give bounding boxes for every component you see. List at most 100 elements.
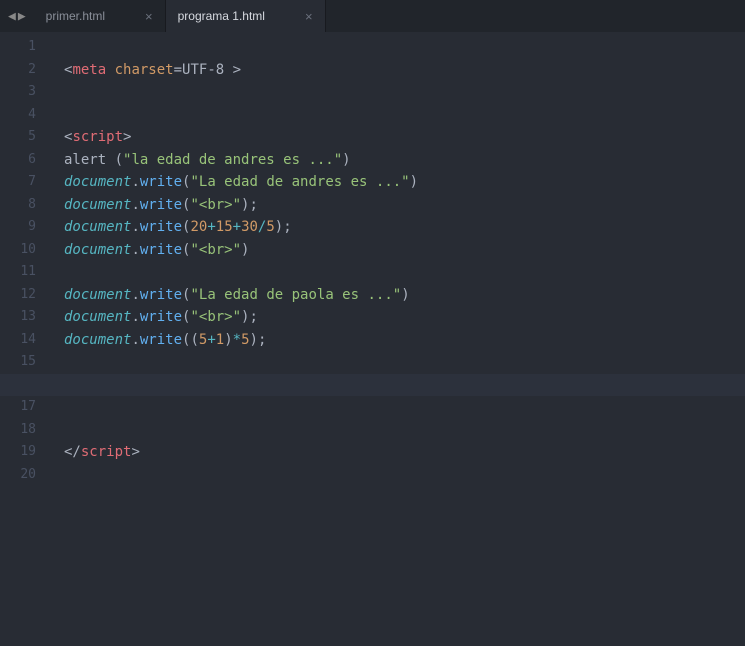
close-icon[interactable]: ×	[145, 9, 153, 24]
token-punct: </	[64, 444, 81, 460]
line-number: 11	[0, 261, 36, 284]
line-number: 4	[0, 104, 36, 127]
line-number: 19	[0, 441, 36, 464]
code-line[interactable]: document.write("La edad de andres es ...…	[50, 171, 745, 194]
token-func: write	[140, 332, 182, 348]
token-op: +	[207, 219, 215, 235]
code-line[interactable]: document.write(20+15+30/5);	[50, 216, 745, 239]
token-num: 30	[241, 219, 258, 235]
token-num: 5	[241, 332, 249, 348]
token-func: write	[140, 309, 182, 325]
line-number: 5	[0, 126, 36, 149]
code-line[interactable]: alert ("la edad de andres es ...")	[50, 149, 745, 172]
code-line[interactable]: document.write("<br>");	[50, 306, 745, 329]
nav-prev-icon[interactable]: ◀	[8, 9, 16, 24]
token-default: )	[410, 174, 418, 190]
line-number: 3	[0, 81, 36, 104]
token-punct: .	[131, 287, 139, 303]
nav-next-icon[interactable]: ▶	[18, 9, 26, 24]
token-italic: document	[64, 287, 131, 303]
code-line[interactable]	[50, 351, 745, 374]
code-line[interactable]	[50, 374, 745, 397]
token-default: )	[401, 287, 409, 303]
token-punct: .	[131, 219, 139, 235]
close-icon[interactable]: ×	[305, 9, 313, 24]
line-number: 20	[0, 464, 36, 487]
token-punct: .	[131, 309, 139, 325]
line-number: 18	[0, 419, 36, 442]
line-number: 2	[0, 59, 36, 82]
line-number: 6	[0, 149, 36, 172]
token-italic: document	[64, 197, 131, 213]
line-number-gutter: 1234567891011121314151617181920	[0, 32, 50, 646]
token-tag: script	[81, 444, 132, 460]
editor[interactable]: 1234567891011121314151617181920 <meta ch…	[0, 32, 745, 646]
code-line[interactable]	[50, 464, 745, 487]
code-line[interactable]	[50, 261, 745, 284]
token-default: )	[224, 332, 232, 348]
nav-arrows: ◀ ▶	[0, 0, 34, 32]
token-italic: document	[64, 219, 131, 235]
line-number: 9	[0, 216, 36, 239]
code-line[interactable]: document.write("<br>");	[50, 194, 745, 217]
line-number: 17	[0, 396, 36, 419]
token-default: )	[241, 242, 249, 258]
token-tag: meta	[72, 62, 106, 78]
code-line[interactable]	[50, 104, 745, 127]
token-italic: document	[64, 309, 131, 325]
tab-primer[interactable]: primer.html ×	[34, 0, 166, 32]
token-default: alert (	[64, 152, 123, 168]
token-num: 1	[216, 332, 224, 348]
code-line[interactable]	[50, 419, 745, 442]
token-punct: .	[131, 197, 139, 213]
line-number: 14	[0, 329, 36, 352]
code-line[interactable]: document.write("La edad de paola es ..."…	[50, 284, 745, 307]
token-num: 5	[266, 219, 274, 235]
line-number: 7	[0, 171, 36, 194]
token-op: +	[207, 332, 215, 348]
code-line[interactable]	[50, 396, 745, 419]
token-italic: document	[64, 242, 131, 258]
code-line[interactable]: document.write("<br>")	[50, 239, 745, 262]
token-string: "<br>"	[190, 197, 241, 213]
token-default	[106, 62, 114, 78]
token-func: write	[140, 174, 182, 190]
title-bar: ◀ ▶ primer.html × programa 1.html ×	[0, 0, 745, 32]
token-func: write	[140, 242, 182, 258]
line-number: 10	[0, 239, 36, 262]
code-line[interactable]	[50, 36, 745, 59]
code-line[interactable]: </script>	[50, 441, 745, 464]
token-string: "<br>"	[190, 242, 241, 258]
token-func: write	[140, 197, 182, 213]
token-punct: .	[131, 242, 139, 258]
token-default: );	[275, 219, 292, 235]
token-func: write	[140, 219, 182, 235]
tab-programa-1[interactable]: programa 1.html ×	[166, 0, 326, 32]
token-tag: script	[72, 129, 123, 145]
token-op: +	[233, 219, 241, 235]
token-num: 20	[190, 219, 207, 235]
line-number: 15	[0, 351, 36, 374]
token-default: ((	[182, 332, 199, 348]
code-area[interactable]: <meta charset=UTF-8 > <script>alert ("la…	[50, 32, 745, 646]
token-punct: >	[233, 62, 241, 78]
token-attr: charset	[115, 62, 174, 78]
token-default: );	[241, 197, 258, 213]
code-line[interactable]: <script>	[50, 126, 745, 149]
code-line[interactable]	[50, 81, 745, 104]
token-string: "la edad de andres es ..."	[123, 152, 342, 168]
token-default: =UTF-8	[174, 62, 233, 78]
token-op: *	[233, 332, 241, 348]
token-italic: document	[64, 174, 131, 190]
token-string: "La edad de paola es ..."	[190, 287, 401, 303]
token-func: write	[140, 287, 182, 303]
code-line[interactable]: <meta charset=UTF-8 >	[50, 59, 745, 82]
tab-label: primer.html	[46, 9, 105, 23]
token-punct: >	[131, 444, 139, 460]
token-default: );	[250, 332, 267, 348]
token-default: )	[342, 152, 350, 168]
code-line[interactable]: document.write((5+1)*5);	[50, 329, 745, 352]
token-string: "La edad de andres es ..."	[190, 174, 409, 190]
token-punct: .	[131, 332, 139, 348]
line-number: 13	[0, 306, 36, 329]
